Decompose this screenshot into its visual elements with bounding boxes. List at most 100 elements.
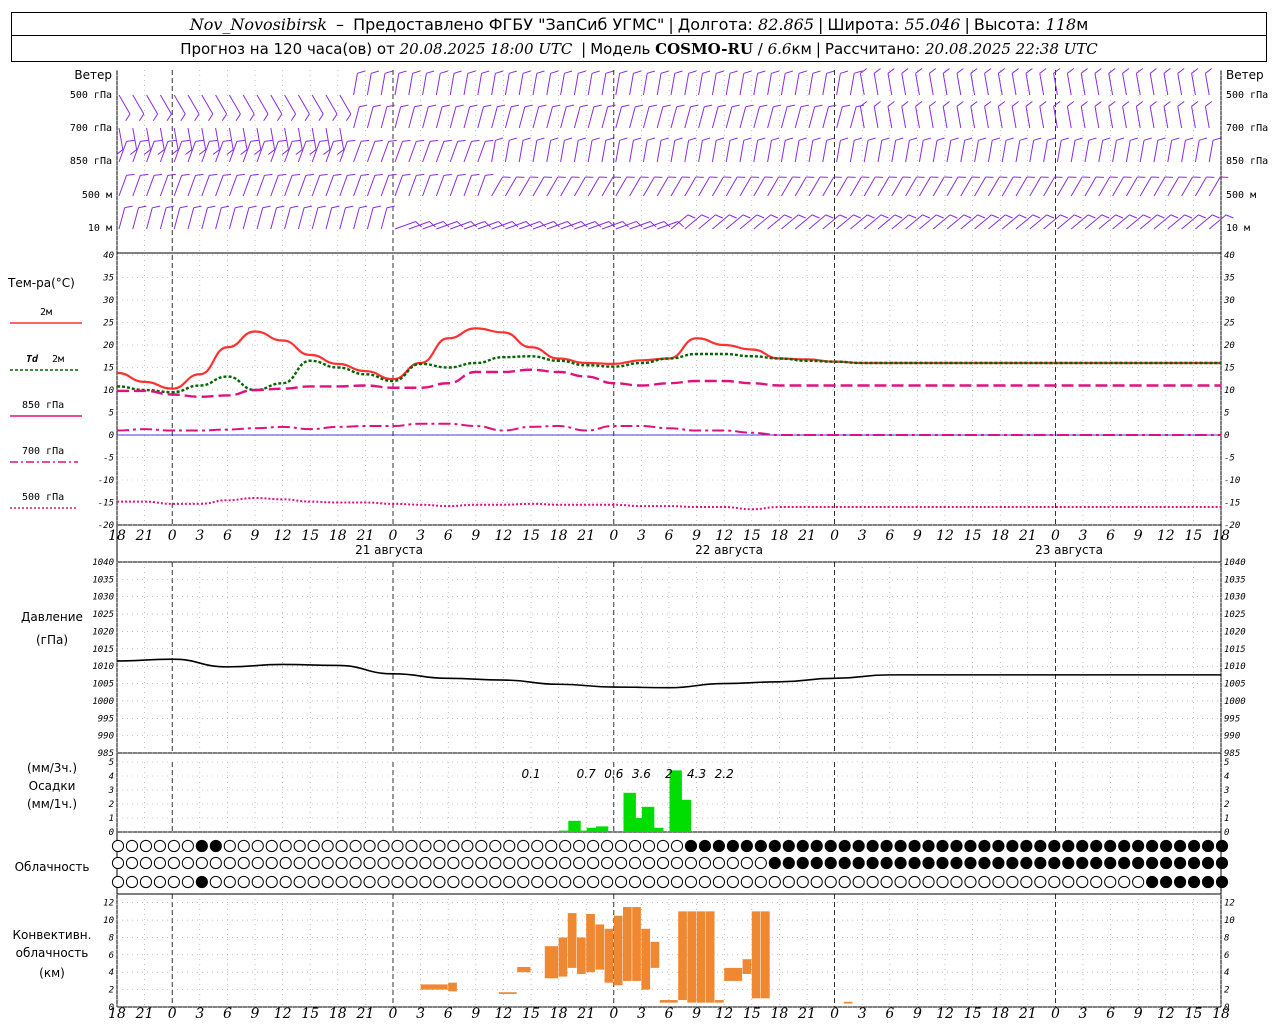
wind-barb-shaft bbox=[859, 73, 865, 96]
cloud-circle bbox=[894, 856, 907, 870]
wind-barb-feather bbox=[319, 173, 328, 176]
wind-barb-feather bbox=[716, 137, 725, 141]
cloud-circle bbox=[335, 856, 348, 870]
cloud-circle bbox=[1160, 856, 1173, 870]
wind-barb-shaft bbox=[201, 175, 210, 197]
x-tick-label-bottom: 15 bbox=[964, 1006, 982, 1022]
wind-barb-feather bbox=[674, 137, 683, 141]
wind-barb-shaft bbox=[380, 106, 388, 129]
cloud-circle bbox=[1034, 839, 1047, 853]
cloud-circle bbox=[1215, 839, 1229, 853]
wind-barb-shaft bbox=[325, 94, 338, 115]
wind-barb-shaft bbox=[1125, 140, 1131, 163]
y-tick-label-right: 0 bbox=[1224, 828, 1229, 838]
wind-barb-shaft bbox=[859, 106, 865, 129]
wind-barb-feather bbox=[495, 137, 504, 141]
wind-barb-shaft bbox=[739, 73, 745, 96]
wind-barb-shaft bbox=[146, 207, 153, 230]
wind-barb-feather bbox=[194, 113, 200, 122]
wind-barb-shaft bbox=[408, 73, 414, 96]
cloud-circle bbox=[796, 875, 809, 889]
wind-barb-feather bbox=[998, 68, 1006, 74]
wind-barb-shaft bbox=[780, 73, 786, 96]
x-tick-label-bottom: 12 bbox=[274, 1006, 292, 1022]
conv-label-3: (км) bbox=[39, 966, 65, 980]
cloud-circle bbox=[1062, 839, 1075, 853]
cloud-circle bbox=[293, 856, 306, 870]
wind-barb-feather bbox=[825, 214, 834, 219]
wind-barb-shaft bbox=[422, 141, 431, 163]
wind-barb-feather bbox=[457, 173, 466, 176]
y-tick-label-left: 30 bbox=[102, 296, 114, 306]
wind-barb-shaft bbox=[118, 94, 131, 115]
y-tick-label-right: 35 bbox=[1223, 274, 1235, 284]
wind-barb-shaft bbox=[836, 106, 843, 129]
precip-3h-label: 0.6 bbox=[604, 767, 623, 781]
wind-barb-shaft bbox=[891, 140, 897, 163]
wind-barb-feather bbox=[873, 68, 881, 74]
cloud-circle bbox=[1132, 875, 1145, 889]
wind-barb-shaft bbox=[887, 106, 893, 129]
cloud-circle bbox=[153, 875, 167, 889]
wind-barb-feather bbox=[278, 139, 287, 142]
wind-barb-shaft bbox=[629, 140, 634, 163]
wind-barb-shaft bbox=[656, 73, 662, 96]
wind-barb-feather bbox=[290, 205, 299, 209]
x-tick-label: 21 bbox=[797, 528, 816, 544]
wind-barb-shaft bbox=[366, 175, 376, 197]
wind-barb-shaft bbox=[449, 141, 459, 163]
cloud-circle bbox=[587, 856, 600, 870]
wind-barb-shaft bbox=[1135, 73, 1141, 96]
wind-barb-feather bbox=[1094, 101, 1102, 107]
wind-barb-shaft bbox=[560, 106, 567, 129]
wind-barb-feather bbox=[687, 214, 696, 219]
wind-barb-shaft bbox=[560, 140, 565, 163]
cloud-circle bbox=[1104, 875, 1117, 889]
wind-barb-feather bbox=[471, 173, 480, 176]
wind-barb-feather bbox=[361, 173, 370, 176]
cloud-circle bbox=[782, 875, 795, 889]
cloud-circle bbox=[866, 856, 879, 870]
wind-barb-shaft bbox=[311, 94, 324, 115]
conv-bar bbox=[595, 924, 605, 970]
x-tick-label: 18 bbox=[550, 528, 568, 544]
wind-barb-feather bbox=[621, 104, 630, 108]
wind-barb-shaft bbox=[928, 106, 934, 129]
wind-barb-shaft bbox=[435, 106, 443, 129]
cloud-circle bbox=[656, 856, 670, 870]
wind-barb-feather bbox=[798, 137, 807, 141]
wind-barb-feather bbox=[1199, 137, 1208, 141]
cloud-circle bbox=[125, 839, 139, 853]
cloud-circle bbox=[950, 839, 963, 853]
wind-barb-feather bbox=[619, 137, 628, 141]
cloud-circle bbox=[1006, 856, 1019, 870]
cloud-circle bbox=[503, 856, 516, 870]
x-tick-label-bottom: 0 bbox=[609, 1006, 618, 1022]
y-tick-label-right: 1010 bbox=[1224, 662, 1246, 672]
wind-barb-feather bbox=[388, 139, 397, 142]
cloud-circle bbox=[992, 856, 1005, 870]
wind-barb-feather bbox=[566, 104, 575, 108]
wind-barb-feather bbox=[277, 113, 283, 122]
cloud-circle bbox=[181, 856, 194, 870]
wind-barb-feather bbox=[249, 113, 255, 122]
cloud-circle bbox=[293, 875, 306, 889]
cloud-circle bbox=[1201, 839, 1215, 853]
wind-barb-shaft bbox=[1080, 106, 1086, 129]
y-tick-label-left: 990 bbox=[98, 732, 114, 742]
y-tick-label-right: -10 bbox=[1224, 476, 1240, 486]
wind-barb-shaft bbox=[408, 175, 417, 197]
wind-barb-shaft bbox=[477, 73, 483, 96]
cloud-label: Облачность bbox=[15, 860, 90, 874]
cloud-circle bbox=[922, 839, 935, 853]
wind-barb-shaft bbox=[270, 207, 277, 230]
x-tick-label-bottom: 21 bbox=[135, 1006, 154, 1022]
x-tick-label: 21 bbox=[135, 528, 154, 544]
wind-barb-shaft bbox=[1039, 73, 1045, 96]
wind-barb-feather bbox=[1005, 137, 1014, 141]
wind-barb-shaft bbox=[311, 207, 319, 230]
wind-barb-feather bbox=[235, 113, 241, 122]
wind-barb-shaft bbox=[532, 176, 545, 197]
x-tick-label-bottom: 15 bbox=[522, 1006, 540, 1022]
wind-barb-shaft bbox=[1112, 176, 1125, 197]
